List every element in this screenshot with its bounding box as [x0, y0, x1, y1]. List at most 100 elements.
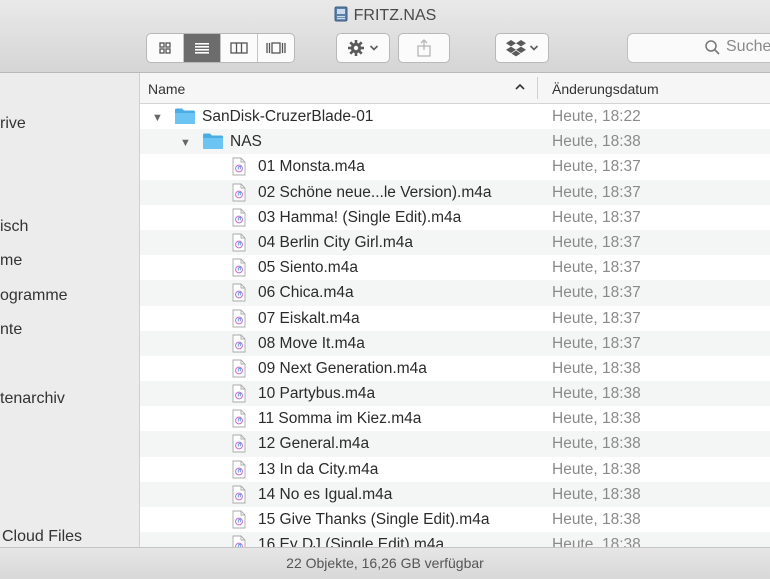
sidebar-item[interactable]: isch [0, 218, 28, 236]
search-icon [705, 40, 720, 55]
search-input[interactable] [726, 38, 770, 56]
network-drive-icon [334, 6, 348, 22]
disclosure-triangle-icon[interactable]: ▼ [152, 112, 163, 124]
share-icon [417, 39, 431, 57]
status-bar: 22 Objekte, 16,26 GB verfügbar [0, 547, 770, 579]
folder-icon [203, 133, 223, 150]
sidebar-item[interactable]: me [0, 252, 22, 270]
item-date: Heute, 18:37 [552, 309, 641, 327]
file-row[interactable]: 11 Somma im Kiez.m4a Heute, 18:38 [140, 406, 770, 431]
item-date: Heute, 18:22 [552, 108, 641, 125]
file-row[interactable]: 10 Partybus.m4a Heute, 18:38 [140, 381, 770, 407]
file-row[interactable]: 05 Siento.m4a Heute, 18:37 [140, 255, 770, 280]
file-row[interactable]: 01 Monsta.m4a Heute, 18:37 [140, 154, 770, 179]
status-text: 22 Objekte, 16,26 GB verfügbar [286, 555, 484, 571]
chevron-down-icon [529, 45, 538, 51]
column-divider[interactable] [537, 77, 538, 99]
share-button[interactable] [398, 33, 450, 63]
item-date: Heute, 18:38 [552, 133, 641, 151]
dropbox-menu-button[interactable] [495, 33, 549, 63]
list-icon [195, 43, 209, 54]
audio-file-icon [232, 359, 246, 378]
item-name: 07 Eiskalt.m4a [258, 309, 360, 327]
sidebar-item[interactable]: ogramme [0, 287, 68, 305]
view-columns-button[interactable] [221, 34, 258, 62]
file-row[interactable]: 02 Schöne neue...le Version).m4a Heute, 1… [140, 179, 770, 205]
item-name: 14 No es Igual.m4a [258, 485, 393, 503]
item-name: 10 Partybus.m4a [258, 385, 376, 403]
item-name: NAS [230, 133, 262, 151]
item-date: Heute, 18:38 [552, 435, 641, 453]
item-date: Heute, 18:37 [552, 259, 641, 277]
file-row[interactable]: 03 Hamma! (Single Edit).m4a Heute, 18:37 [140, 205, 770, 230]
view-icon-button[interactable] [147, 34, 184, 62]
item-name: 01 Monsta.m4a [258, 158, 365, 176]
search-field[interactable] [627, 33, 770, 63]
file-row[interactable]: 13 In da City.m4a Heute, 18:38 [140, 457, 770, 482]
folder-icon [175, 108, 195, 124]
gear-icon [348, 40, 364, 56]
file-row[interactable]: 16 Ey DJ (Single Edit).m4a Heute, 18:38 [140, 532, 770, 547]
column-header-date[interactable]: Änderungsdatum [552, 81, 659, 97]
item-date: Heute, 18:37 [552, 183, 641, 201]
toolbar: FRITZ.NAS [0, 0, 770, 73]
audio-file-icon [232, 157, 246, 176]
item-date: Heute, 18:37 [552, 233, 641, 251]
sidebar-item-label: nte [0, 321, 23, 338]
item-name: 13 In da City.m4a [258, 460, 379, 478]
file-row[interactable]: 07 Eiskalt.m4a Heute, 18:37 [140, 306, 770, 331]
column-header-name[interactable]: Name [148, 81, 185, 97]
item-date: Heute, 18:37 [552, 284, 641, 302]
item-date: Heute, 18:38 [552, 460, 641, 478]
sidebar-item[interactable]: rive [0, 115, 26, 133]
audio-file-icon [232, 258, 246, 277]
list-header: Name Änderungsdatum [140, 73, 770, 104]
item-date: Heute, 18:37 [552, 334, 641, 352]
item-date: Heute, 18:38 [552, 536, 641, 547]
sidebar-item-label: me [0, 252, 23, 269]
disclosure-triangle-icon[interactable]: ▼ [180, 137, 191, 149]
audio-file-icon [232, 233, 246, 252]
folder-row[interactable]: ▼ NAS Heute, 18:38 [140, 129, 770, 155]
sort-ascending-icon[interactable] [514, 80, 526, 94]
audio-file-icon [232, 334, 246, 353]
sidebar-item-label: tenarchiv [0, 390, 65, 407]
audio-file-icon [232, 283, 246, 302]
audio-file-icon [232, 485, 246, 504]
view-coverflow-button[interactable] [258, 34, 294, 62]
sidebar-item[interactable]: nte [0, 321, 22, 339]
view-list-button[interactable] [184, 34, 221, 62]
sidebar-item-label: isch [0, 218, 29, 235]
chevron-down-icon [369, 45, 379, 51]
file-row[interactable]: 09 Next Generation.m4a Heute, 18:38 [140, 356, 770, 381]
audio-file-icon [232, 535, 246, 547]
file-row[interactable]: 15 Give Thanks (Single Edit).m4a Heute, 1… [140, 507, 770, 532]
action-menu-button[interactable] [336, 33, 390, 63]
item-name: 16 Ey DJ (Single Edit).m4a [258, 536, 445, 547]
item-name: SanDisk-CruzerBlade-01 [202, 108, 374, 125]
file-row[interactable]: 14 No es Igual.m4a Heute, 18:38 [140, 481, 770, 507]
item-date: Heute, 18:38 [552, 485, 641, 503]
sidebar: rive isch me ogramme nte tenarchiv Cloud… [0, 73, 140, 547]
dropbox-icon [505, 40, 526, 57]
item-date: Heute, 18:38 [552, 359, 641, 377]
file-list: ▼ SanDisk-CruzerBlade-01 Heute, 18:22 ▼ NAS H… [140, 104, 770, 547]
sidebar-item[interactable]: Cloud Files [2, 528, 82, 546]
audio-file-icon [232, 384, 246, 403]
audio-file-icon [232, 434, 246, 453]
file-row[interactable]: 12 General.m4a Heute, 18:38 [140, 431, 770, 457]
item-name: 15 Give Thanks (Single Edit).m4a [258, 511, 490, 528]
columns-icon [230, 42, 248, 54]
folder-row[interactable]: ▼ SanDisk-CruzerBlade-01 Heute, 18:22 [140, 104, 770, 129]
file-row[interactable]: 04 Berlin City Girl.m4a Heute, 18:37 [140, 229, 770, 256]
sidebar-item[interactable]: tenarchiv [0, 390, 65, 408]
file-row[interactable]: 08 Move It.m4a Heute, 18:37 [140, 330, 770, 356]
item-date: Heute, 18:37 [552, 208, 641, 226]
item-name: 02 Schöne neue...le Version).m4a [258, 183, 492, 201]
item-date: Heute, 18:38 [552, 410, 641, 428]
coverflow-icon [266, 42, 286, 54]
file-row[interactable]: 06 Chica.m4a Heute, 18:37 [140, 280, 770, 306]
item-name: 08 Move It.m4a [258, 334, 365, 352]
window-title-bar: FRITZ.NAS [0, 5, 770, 27]
grid-icon [159, 42, 171, 54]
